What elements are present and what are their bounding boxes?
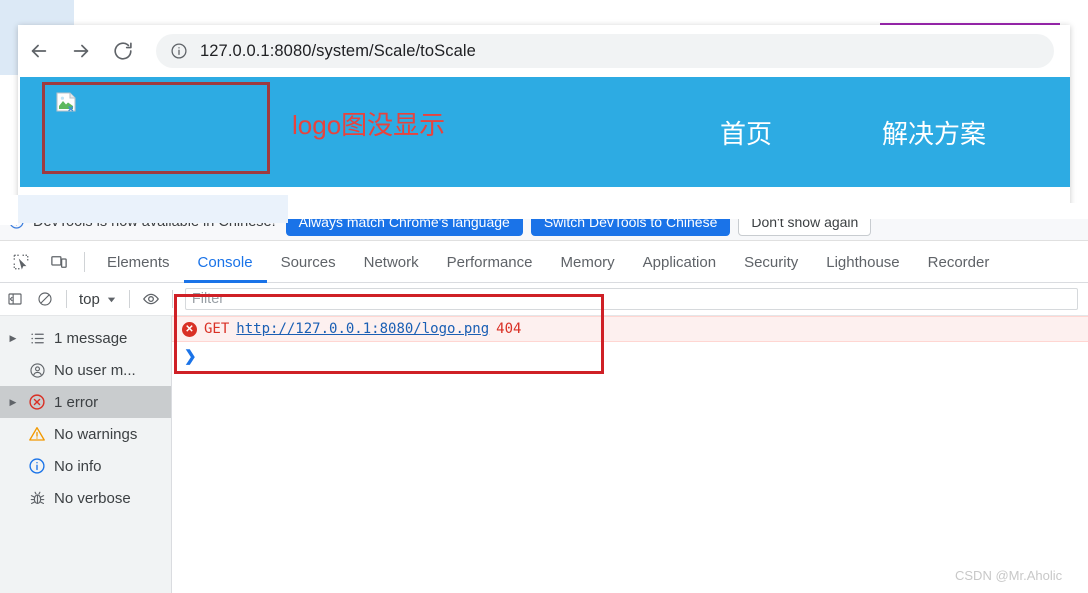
error-http-method: GET [204,321,230,337]
list-icon [26,330,48,347]
console-message-list: ✕ GET http://127.0.0.1:8080/logo.png 404… [172,316,1088,593]
tab-performance[interactable]: Performance [433,242,547,283]
tab-memory[interactable]: Memory [547,242,629,283]
sidebar-item-errors[interactable]: ▶ 1 error [0,386,171,418]
error-request-url[interactable]: http://127.0.0.1:8080/logo.png [236,321,489,337]
tab-sources[interactable]: Sources [267,242,350,283]
expand-triangle-icon[interactable]: ▶ [6,333,20,344]
error-status-code: 404 [496,321,522,337]
browser-navigation-bar: 127.0.0.1:8080/system/Scale/toScale [18,25,1070,77]
reload-icon[interactable] [102,30,144,72]
console-error-row[interactable]: ✕ GET http://127.0.0.1:8080/logo.png 404 [172,316,1088,342]
sidebar-item-verbose[interactable]: No verbose [0,482,171,514]
execution-context-selector[interactable]: top [73,291,123,308]
console-toolbar: top Filter [0,283,1088,316]
tab-recorder[interactable]: Recorder [914,242,1004,283]
console-sidebar: ▶ 1 message No user m... ▶ 1 error No wa… [0,316,172,593]
sidebar-item-info-label: No info [54,457,102,475]
tabbar-divider [84,252,85,272]
user-message-icon [26,362,48,379]
sidebar-item-user-messages-label: No user m... [54,361,136,379]
sidebar-item-warnings-label: No warnings [54,425,138,443]
clear-console-icon[interactable] [30,285,60,313]
sidebar-item-messages[interactable]: ▶ 1 message [0,322,171,354]
site-nav-links: 首页 解决方案 [720,77,986,187]
viewport-left-mask [0,195,18,225]
inspect-element-icon[interactable] [4,245,38,279]
expand-triangle-icon[interactable]: ▶ [6,397,20,408]
console-toolbar-divider-2 [128,290,130,308]
sidebar-item-verbose-label: No verbose [54,489,131,507]
site-header-banner: logo图没显示 首页 解决方案 [20,77,1070,187]
chevron-down-icon [107,297,116,302]
sidebar-item-user-messages[interactable]: No user m... [0,354,171,386]
console-toolbar-divider-3 [171,290,173,308]
web-page-viewport: logo图没显示 首页 解决方案 [18,77,1070,195]
prompt-chevron-icon: ❯ [184,348,197,365]
viewport-bottom-strip [18,195,288,223]
tab-application[interactable]: Application [629,242,730,283]
site-logo-container [44,83,274,175]
site-nav-link-home[interactable]: 首页 [720,114,772,151]
toggle-console-sidebar-icon[interactable] [0,285,30,313]
tab-elements[interactable]: Elements [93,242,184,283]
tab-network[interactable]: Network [350,242,433,283]
error-badge-icon: ✕ [182,321,197,337]
site-information-icon[interactable] [170,42,188,60]
tab-lighthouse[interactable]: Lighthouse [812,242,913,283]
forward-arrow-icon[interactable] [60,30,102,72]
device-toolbar-toggle-icon[interactable] [42,245,76,279]
address-bar-url: 127.0.0.1:8080/system/Scale/toScale [200,41,476,60]
sidebar-item-errors-label: 1 error [54,393,99,411]
devtools-tab-bar: Elements Console Sources Network Perform… [0,242,1088,283]
watermark-text: CSDN @Mr.Aholic [955,568,1063,583]
error-icon [26,393,48,411]
warning-icon [26,425,48,443]
execution-context-label: top [79,290,100,308]
screenshot-root: 127.0.0.1:8080/system/Scale/toScale logo… [0,0,1088,593]
logo-missing-annotation-text: logo图没显示 [292,110,446,140]
sidebar-item-warnings[interactable]: No warnings [0,418,171,450]
console-settings-eye-icon[interactable] [136,285,166,313]
sidebar-item-info[interactable]: No info [0,450,171,482]
broken-image-icon [54,90,78,114]
address-bar[interactable]: 127.0.0.1:8080/system/Scale/toScale [156,34,1054,68]
info-icon [26,457,48,475]
browser-tabstrip-background [0,0,1088,20]
console-input-prompt[interactable]: ❯ [172,343,1088,369]
bug-icon [26,490,48,507]
tab-console[interactable]: Console [184,242,267,283]
site-nav-link-solutions[interactable]: 解决方案 [882,114,986,151]
console-filter-input[interactable]: Filter [184,288,1078,310]
back-arrow-icon[interactable] [18,30,60,72]
tab-security[interactable]: Security [730,242,812,283]
sidebar-item-messages-label: 1 message [54,329,128,347]
console-toolbar-divider-1 [66,290,67,308]
